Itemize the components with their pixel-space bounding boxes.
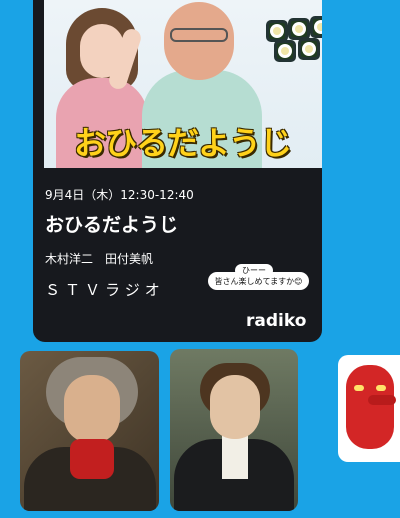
speech-bubble-top: ひーー <box>235 264 273 277</box>
portrait-shirt <box>222 435 248 479</box>
station-name: ＳＴＶラジオ <box>45 281 165 299</box>
portrait-face <box>64 375 120 443</box>
mask-eye <box>354 385 364 391</box>
sushi-roll-icon <box>274 40 296 62</box>
program-hosts: 木村洋二 田付美帆 <box>45 252 154 266</box>
portrait-face <box>210 375 260 439</box>
program-logo: おひるだようじ <box>74 124 292 162</box>
radiko-logo: radiko <box>246 311 307 331</box>
sushi-roll-icon <box>310 16 322 38</box>
schubert-portrait-thumbnail[interactable] <box>170 349 298 511</box>
sushi-roll-icon <box>266 20 288 42</box>
mask-nose <box>368 395 396 405</box>
male-host-glasses <box>170 28 228 42</box>
sushi-roll-icon <box>298 38 320 60</box>
program-artwork: おひるだようじ <box>44 0 322 168</box>
portrait-scarf <box>70 439 114 479</box>
program-card[interactable]: おひるだようじ 9月4日（木）12:30-12:40 おひるだようじ 木村洋二 … <box>33 0 322 342</box>
airtime-label: 9月4日（木）12:30-12:40 <box>45 188 194 202</box>
mask-eye <box>376 385 386 391</box>
tengu-mask-face <box>346 365 394 449</box>
tengu-mask-thumbnail[interactable] <box>338 355 400 462</box>
program-title: おひるだようじ <box>45 214 179 236</box>
beethoven-portrait-thumbnail[interactable] <box>20 351 159 511</box>
sushi-roll-icon <box>288 18 310 40</box>
